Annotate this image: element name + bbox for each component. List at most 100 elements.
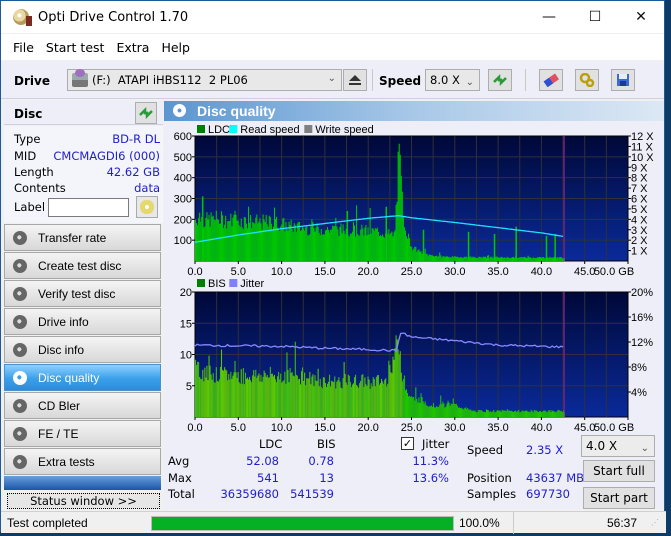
bis-bar <box>497 409 499 417</box>
ldc-bar <box>349 233 351 261</box>
nav-item-verify-test-disc[interactable]: Verify test disc <box>4 280 161 307</box>
bis-bar <box>501 409 503 417</box>
ldc-bar <box>441 257 443 261</box>
nav-item-extra-tests[interactable]: Extra tests <box>4 448 161 475</box>
refresh-button[interactable] <box>488 69 512 91</box>
ldc-bar <box>258 221 260 261</box>
ldc-bar <box>230 213 232 261</box>
ldc-bar <box>524 257 526 261</box>
bis-bar <box>475 411 477 417</box>
menu-start-test[interactable]: Start test <box>46 40 105 55</box>
menu-extra[interactable]: Extra <box>116 40 149 55</box>
bis-bar <box>257 375 259 417</box>
menu-help[interactable]: Help <box>161 40 190 55</box>
title-bar: Opti Drive Control 1.70 — ☐ ✕ <box>1 1 664 33</box>
ldc-bar <box>209 226 211 261</box>
bis-bar <box>260 375 262 417</box>
ldc-bar <box>212 215 214 261</box>
ldc-bar <box>413 248 415 261</box>
bis-bar <box>342 378 344 417</box>
drive-select[interactable]: (F:) ATAPI iHBS112 2 PL06 ⌄ <box>67 69 342 91</box>
nav-item-drive-info[interactable]: Drive info <box>4 308 161 335</box>
bis-bar <box>389 364 391 417</box>
ldc-bar <box>350 233 352 261</box>
ldc-bar <box>298 221 300 261</box>
save-button[interactable] <box>611 69 635 91</box>
ldc-bar <box>442 256 444 261</box>
ldc-bar <box>487 255 489 261</box>
ldc-bar <box>504 257 506 261</box>
ldc-bar <box>261 229 263 261</box>
bis-bar <box>335 388 337 417</box>
ldc-bar <box>445 256 447 261</box>
window-title: Opti Drive Control 1.70 <box>38 9 189 25</box>
bis-bar <box>549 410 551 417</box>
resize-grip-icon[interactable]: ⋰ <box>651 518 659 527</box>
bis-bar <box>317 368 319 417</box>
y-right-tick-label: 9 X <box>631 162 648 174</box>
maximize-button[interactable]: ☐ <box>572 1 618 33</box>
erase-button[interactable] <box>539 69 563 91</box>
ldc-bar <box>393 232 395 261</box>
stats-total-ldc: 36359680 <box>220 487 279 501</box>
ldc-bar <box>358 235 360 261</box>
close-button[interactable]: ✕ <box>618 1 664 33</box>
bis-bar <box>376 375 378 417</box>
disc-label-label: Label <box>14 200 46 214</box>
nav-item-fe-te[interactable]: FE / TE <box>4 420 161 447</box>
disc-label-input[interactable] <box>48 198 129 217</box>
nav-item-label: Transfer rate <box>38 230 107 245</box>
bis-bar <box>298 378 300 417</box>
ldc-bar <box>424 248 426 261</box>
bis-bar <box>512 411 515 417</box>
bis-bar <box>449 405 451 417</box>
jitter-checkbox[interactable]: ✓ <box>401 437 414 450</box>
bis-bar <box>558 410 560 417</box>
eject-button[interactable] <box>343 69 367 91</box>
ldc-bar <box>462 257 464 261</box>
bis-bar <box>237 372 239 417</box>
settings-button[interactable] <box>575 69 599 91</box>
ldc-bar-spike <box>201 196 204 261</box>
speed-select[interactable]: 8.0 X ⌄ <box>425 69 480 91</box>
status-window-button[interactable]: Status window >> <box>7 493 160 509</box>
bis-bar <box>259 381 261 417</box>
ldc-bar <box>237 220 239 261</box>
panel-title: Disc quality <box>197 103 276 119</box>
nav-item-transfer-rate[interactable]: Transfer rate <box>4 224 161 251</box>
start-part-button[interactable]: Start part <box>583 487 655 509</box>
ldc-bar <box>510 257 512 261</box>
nav-item-create-test-disc[interactable]: Create test disc <box>4 252 161 279</box>
bis-bar <box>418 397 420 417</box>
ldc-bar <box>287 230 289 261</box>
ldc-bar <box>343 230 345 261</box>
bis-bar <box>531 411 533 417</box>
ldc-bar <box>378 236 380 261</box>
disc-refresh-button[interactable] <box>135 102 157 124</box>
bis-bar <box>423 403 425 417</box>
read-label-button[interactable] <box>136 196 158 218</box>
bis-bar <box>371 386 373 417</box>
bis-bar <box>310 384 312 417</box>
ldc-bar <box>390 232 392 261</box>
test-speed-select[interactable]: 4.0 X ⌄ <box>581 435 655 457</box>
menu-file[interactable]: File <box>13 40 34 55</box>
stats-avg-ldc: 52.08 <box>246 454 279 468</box>
nav-item-disc-info[interactable]: Disc info <box>4 336 161 363</box>
ldc-bar <box>372 228 374 261</box>
nav-item-disc-quality[interactable]: Disc quality <box>4 364 161 391</box>
bis-bar <box>374 386 376 417</box>
bis-bar <box>555 412 557 417</box>
ldc-bar <box>226 228 228 261</box>
bis-bar <box>358 387 360 417</box>
bis-bar <box>533 409 535 417</box>
ldc-bar <box>397 151 399 261</box>
bis-bar <box>521 411 523 417</box>
bis-bar <box>476 412 478 417</box>
nav-item-cd-bler[interactable]: CD Bler <box>4 392 161 419</box>
disc-type-row: Type BD-R DL <box>14 132 160 146</box>
ldc-bar <box>437 256 439 261</box>
minimize-button[interactable]: — <box>526 1 572 33</box>
start-full-button[interactable]: Start full <box>583 460 655 482</box>
bis-bar <box>479 410 481 417</box>
